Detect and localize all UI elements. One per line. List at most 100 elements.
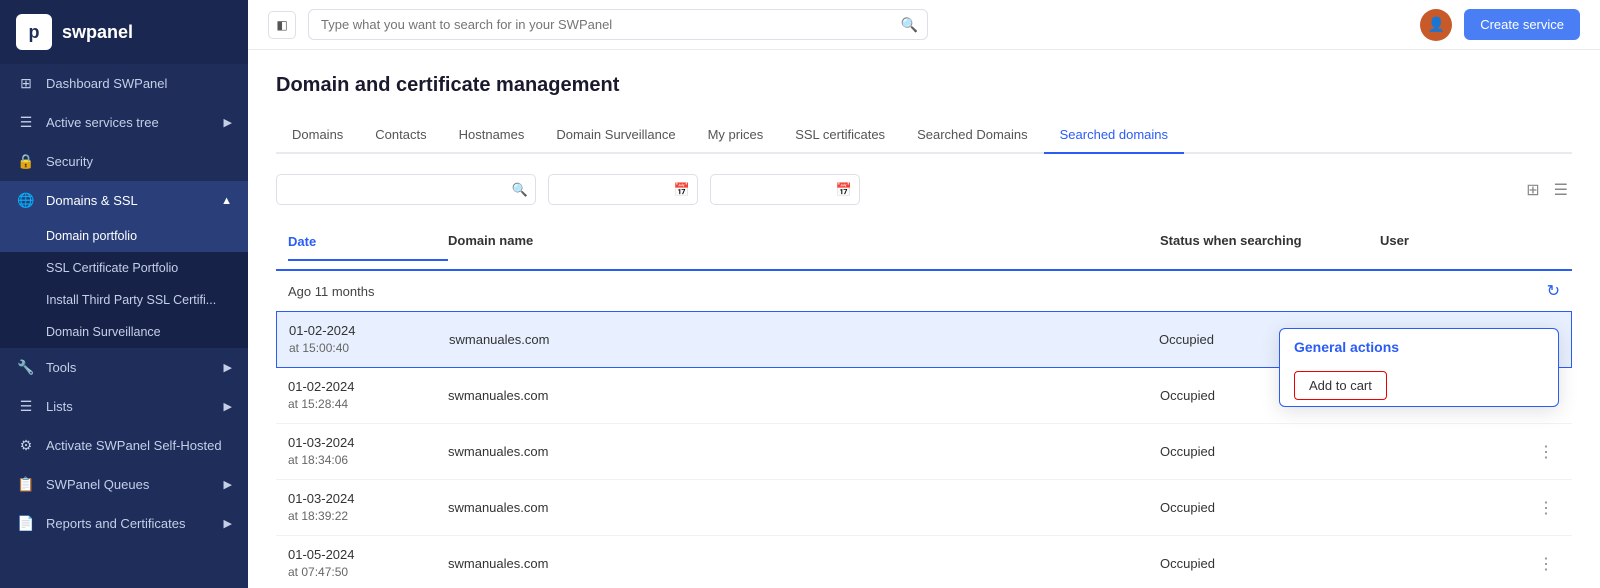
dashboard-icon: ⊞ xyxy=(16,75,36,92)
col-header-status: Status when searching xyxy=(1160,233,1380,261)
lists-icon: ☰ xyxy=(16,398,36,415)
refresh-icon[interactable]: ↻ xyxy=(1547,281,1560,301)
tab-ssl-certificates[interactable]: SSL certificates xyxy=(779,117,901,154)
sidebar-item-label: Active services tree xyxy=(46,115,159,130)
submenu-label: Domain Surveillance xyxy=(46,325,161,339)
sidebar-item-label: SWPanel Queues xyxy=(46,477,149,492)
col-header-user: User xyxy=(1380,233,1520,261)
view-icons: ⊞ ☰ xyxy=(1522,178,1572,202)
main-area: ◧ 🔍 👤 Create service Domain and certific… xyxy=(248,0,1600,588)
activate-icon: ⚙ xyxy=(16,437,36,454)
submenu-label: SSL Certificate Portfolio xyxy=(46,261,178,275)
sidebar-item-tools[interactable]: 🔧 Tools ▶ xyxy=(0,348,248,387)
logo-area: p swpanel xyxy=(0,0,248,64)
table-row: 01-02-2024 at 15:00:40 swmanuales.com Oc… xyxy=(276,311,1572,368)
sidebar-item-label: Security xyxy=(46,154,93,169)
cell-actions: ⋮ xyxy=(1520,440,1560,464)
date-to-wrapper: 📅 xyxy=(710,174,860,205)
create-service-button[interactable]: Create service xyxy=(1464,9,1580,40)
sidebar-item-reports[interactable]: 📄 Reports and Certificates ▶ xyxy=(0,504,248,543)
grid-view-icon[interactable]: ⊞ xyxy=(1522,178,1543,202)
row-actions-button[interactable]: ⋮ xyxy=(1532,552,1560,576)
submenu-item-install-third-party[interactable]: Install Third Party SSL Certifi... xyxy=(0,284,248,316)
sidebar-toggle-button[interactable]: ◧ xyxy=(268,11,296,39)
tab-domains[interactable]: Domains xyxy=(276,117,359,154)
domains-ssl-submenu: Domain portfolio SSL Certificate Portfol… xyxy=(0,220,248,348)
search-input[interactable] xyxy=(308,9,928,40)
sidebar-item-label: Activate SWPanel Self-Hosted xyxy=(46,438,222,453)
dropdown-title: General actions xyxy=(1280,329,1558,365)
tab-searched-domains[interactable]: Searched domains xyxy=(1044,117,1184,154)
cell-status: Occupied xyxy=(1160,556,1380,571)
page-title: Domain and certificate management xyxy=(276,74,1572,97)
cell-date: 01-05-2024 at 07:47:50 xyxy=(288,546,448,581)
sidebar-item-label: Dashboard SWPanel xyxy=(46,76,167,91)
domains-ssl-icon: 🌐 xyxy=(16,192,36,209)
date-value: 01-02-2024 xyxy=(289,322,449,340)
add-to-cart-button[interactable]: Add to cart xyxy=(1294,371,1387,400)
row-actions-button[interactable]: ⋮ xyxy=(1532,440,1560,464)
sidebar-item-activate-swpanel[interactable]: ⚙ Activate SWPanel Self-Hosted xyxy=(0,426,248,465)
col-header-actions xyxy=(1520,233,1560,261)
col-header-date: Date xyxy=(288,233,448,261)
submenu-item-ssl-cert-portfolio[interactable]: SSL Certificate Portfolio xyxy=(0,252,248,284)
sidebar-item-security[interactable]: 🔒 Security xyxy=(0,142,248,181)
filters-row: 🔍 📅 📅 ⊞ ☰ xyxy=(276,174,1572,205)
sidebar-item-dashboard[interactable]: ⊞ Dashboard SWPanel xyxy=(0,64,248,103)
sidebar-item-label: Domains & SSL xyxy=(46,193,138,208)
chevron-right-icon: ▶ xyxy=(224,116,232,129)
sidebar-item-label: Tools xyxy=(46,360,76,375)
sidebar-item-domains-ssl[interactable]: 🌐 Domains & SSL ▲ xyxy=(0,181,248,220)
date-to-input[interactable] xyxy=(710,174,860,205)
submenu-label: Domain portfolio xyxy=(46,229,137,243)
group-label: Ago 11 months xyxy=(288,284,374,299)
table-header: Date Domain name Status when searching U… xyxy=(276,225,1572,271)
cell-domain: swmanuales.com xyxy=(448,388,1160,403)
chevron-up-icon: ▲ xyxy=(221,195,232,207)
search-box: 🔍 xyxy=(308,9,928,40)
chevron-right-icon: ▶ xyxy=(224,517,232,530)
tools-icon: 🔧 xyxy=(16,359,36,376)
submenu-label: Install Third Party SSL Certifi... xyxy=(46,293,216,307)
list-view-icon[interactable]: ☰ xyxy=(1550,178,1572,202)
domain-search-input[interactable] xyxy=(276,174,536,205)
chevron-right-icon: ▶ xyxy=(224,400,232,413)
data-table: Date Domain name Status when searching U… xyxy=(276,225,1572,588)
tab-hostnames[interactable]: Hostnames xyxy=(443,117,541,154)
page-content: Domain and certificate management Domain… xyxy=(248,50,1600,588)
time-value: at 15:00:40 xyxy=(289,340,449,357)
tab-domain-surveillance[interactable]: Domain Surveillance xyxy=(540,117,691,154)
cell-domain: swmanuales.com xyxy=(449,332,1159,347)
sidebar-item-swpanel-queues[interactable]: 📋 SWPanel Queues ▶ xyxy=(0,465,248,504)
chevron-right-icon: ▶ xyxy=(224,478,232,491)
col-header-domain: Domain name xyxy=(448,233,1160,261)
tab-searched-domains-alt[interactable]: Searched Domains xyxy=(901,117,1044,154)
tab-contacts[interactable]: Contacts xyxy=(359,117,442,154)
logo-text: swpanel xyxy=(62,22,133,43)
sidebar-toggle-icon: ◧ xyxy=(276,18,287,32)
sidebar-item-active-services[interactable]: ☰ Active services tree ▶ xyxy=(0,103,248,142)
cell-actions: ⋮ xyxy=(1520,496,1560,520)
cell-actions: ⋮ xyxy=(1520,552,1560,576)
queues-icon: 📋 xyxy=(16,476,36,493)
search-icon: 🔍 xyxy=(901,16,918,33)
cell-date: 01-02-2024 at 15:28:44 xyxy=(288,378,448,413)
logo-icon: p xyxy=(16,14,52,50)
sidebar-item-label: Lists xyxy=(46,399,73,414)
row-actions-button[interactable]: ⋮ xyxy=(1532,496,1560,520)
sidebar: p swpanel ⊞ Dashboard SWPanel ☰ Active s… xyxy=(0,0,248,588)
submenu-item-domain-surveillance[interactable]: Domain Surveillance xyxy=(0,316,248,348)
table-row: 01-05-2024 at 07:47:50 swmanuales.com Oc… xyxy=(276,536,1572,588)
cell-status: Occupied xyxy=(1160,444,1380,459)
date-from-input[interactable] xyxy=(548,174,698,205)
submenu-item-domain-portfolio[interactable]: Domain portfolio xyxy=(0,220,248,252)
security-icon: 🔒 xyxy=(16,153,36,170)
sidebar-item-lists[interactable]: ☰ Lists ▶ xyxy=(0,387,248,426)
tabs-bar: Domains Contacts Hostnames Domain Survei… xyxy=(276,117,1572,154)
tab-my-prices[interactable]: My prices xyxy=(692,117,780,154)
cell-domain: swmanuales.com xyxy=(448,444,1160,459)
cell-date: 01-03-2024 at 18:39:22 xyxy=(288,490,448,525)
actions-dropdown: General actions Add to cart xyxy=(1279,328,1559,407)
avatar: 👤 xyxy=(1420,9,1452,41)
sidebar-item-label: Reports and Certificates xyxy=(46,516,185,531)
